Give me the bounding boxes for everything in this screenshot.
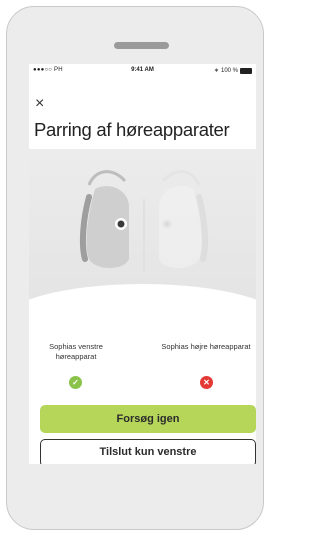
close-icon[interactable]: ×	[35, 96, 44, 112]
bluetooth-icon: ∗	[213, 68, 219, 74]
battery-icon	[240, 67, 252, 74]
battery-percent: 100 %	[220, 67, 238, 74]
left-connected-check-icon: ✓	[69, 376, 82, 389]
left-device-label: Sophias venstre høreapparat	[49, 342, 103, 361]
page-title: Parring af høreapparater	[34, 119, 230, 140]
phone-speaker	[114, 42, 169, 49]
battery-status: ∗ 100 %	[214, 67, 252, 74]
left-hearing-aid-icon	[79, 170, 129, 268]
connect-left-only-button[interactable]: Tilslut kun venstre	[40, 439, 256, 464]
phone-frame: ●●●○○ PH 9:41 AM ∗ 100 % × Parring af hø…	[6, 6, 264, 530]
hearing-aids-illustration	[29, 149, 256, 304]
status-bar: ●●●○○ PH 9:41 AM ∗ 100 %	[29, 64, 256, 76]
retry-button[interactable]: Forsøg igen	[40, 405, 256, 433]
app-screen: ●●●○○ PH 9:41 AM ∗ 100 % × Parring af hø…	[29, 64, 256, 464]
right-failed-x-icon: ✕	[200, 376, 213, 389]
right-hearing-aid-icon	[159, 170, 209, 268]
right-device-label: Sophias højre høreapparat	[161, 342, 251, 351]
